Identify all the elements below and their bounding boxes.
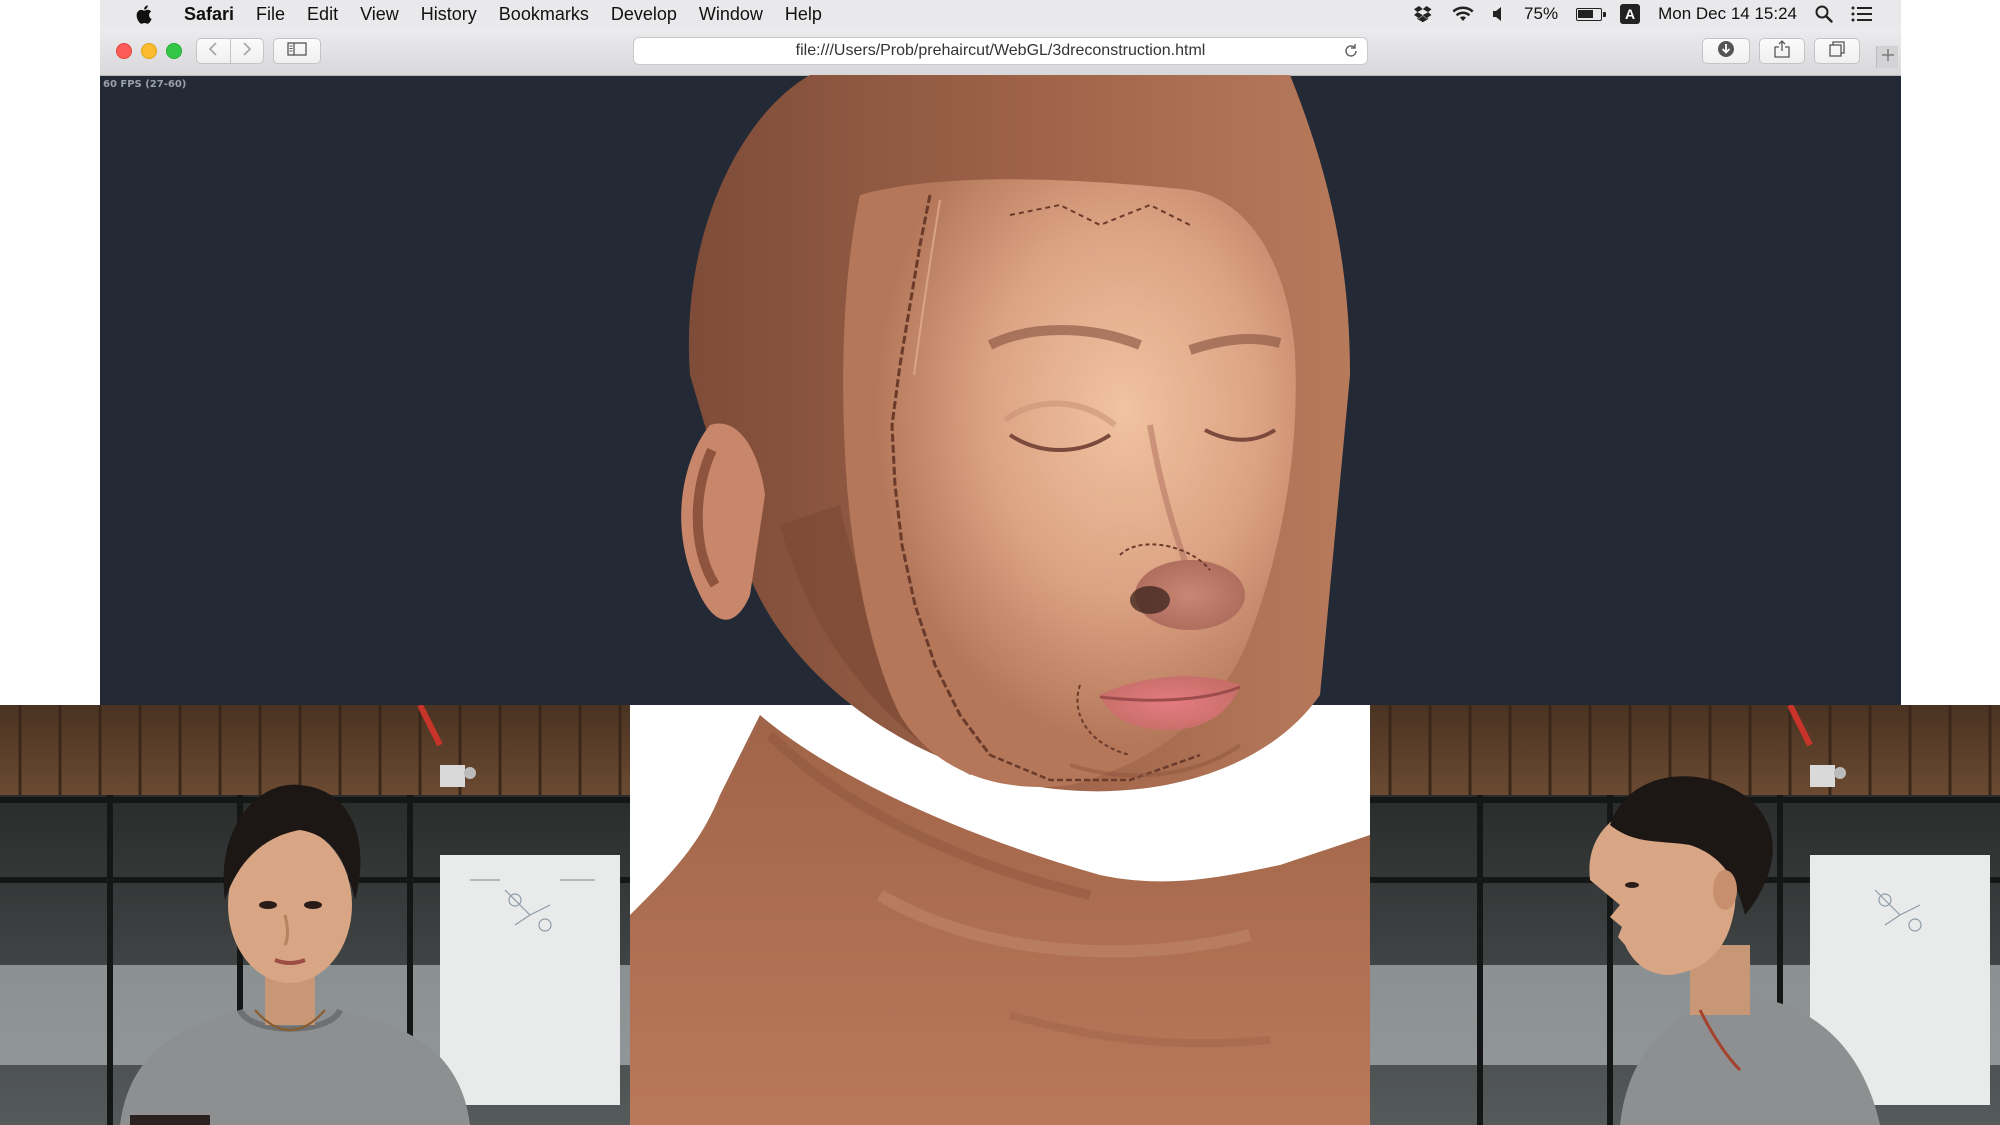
sidebar-icon <box>287 41 307 61</box>
fps-counter: 60 FPS (27-60) <box>103 79 187 90</box>
input-source-icon[interactable]: A <box>1620 4 1641 24</box>
stage: Safari File Edit View History Bookmarks … <box>0 0 2000 1125</box>
navigation-buttons <box>196 38 264 64</box>
forward-button[interactable] <box>229 39 263 63</box>
wifi-icon[interactable] <box>1452 6 1474 22</box>
menu-edit[interactable]: Edit <box>307 4 338 25</box>
menu-app-name[interactable]: Safari <box>184 4 234 25</box>
menu-history[interactable]: History <box>421 4 477 25</box>
volume-icon[interactable] <box>1492 6 1506 22</box>
menu-bar: Safari File Edit View History Bookmarks … <box>100 0 1901 28</box>
back-icon <box>208 41 218 62</box>
download-icon <box>1717 40 1735 63</box>
reload-icon[interactable] <box>1343 43 1359 64</box>
url-text: file:///Users/Prob/prehaircut/WebGL/3dre… <box>795 42 1206 59</box>
downloads-button[interactable] <box>1702 38 1750 64</box>
battery-icon[interactable] <box>1576 7 1607 21</box>
share-icon <box>1774 39 1790 63</box>
menu-bookmarks[interactable]: Bookmarks <box>499 4 589 25</box>
zoom-window-button[interactable] <box>166 43 182 59</box>
browser-toolbar: file:///Users/Prob/prehaircut/WebGL/3dre… <box>100 28 1901 76</box>
battery-percent[interactable]: 75% <box>1524 4 1558 24</box>
status-area: 75% A Mon Dec 14 15:24 <box>1414 0 1873 28</box>
menu-clock[interactable]: Mon Dec 14 15:24 <box>1658 4 1797 24</box>
new-tab-button[interactable] <box>1876 46 1898 68</box>
address-bar[interactable]: file:///Users/Prob/prehaircut/WebGL/3dre… <box>633 37 1368 65</box>
notification-center-icon[interactable] <box>1851 6 1873 22</box>
sidebar-button[interactable] <box>273 38 321 64</box>
close-window-button[interactable] <box>116 43 132 59</box>
menu-items: Safari File Edit View History Bookmarks … <box>162 4 822 25</box>
back-button[interactable] <box>197 39 230 63</box>
menu-help[interactable]: Help <box>785 4 822 25</box>
spotlight-icon[interactable] <box>1815 5 1833 23</box>
share-button[interactable] <box>1759 38 1805 64</box>
webcam-front-view <box>0 705 630 1125</box>
menu-develop[interactable]: Develop <box>611 4 677 25</box>
show-tabs-button[interactable] <box>1814 38 1860 64</box>
dropbox-icon[interactable] <box>1414 5 1434 23</box>
menu-window[interactable]: Window <box>699 4 763 25</box>
face-mesh-render <box>630 75 1370 1125</box>
apple-menu-icon[interactable] <box>126 4 162 24</box>
webcam-side-profile <box>1370 705 2000 1125</box>
forward-icon <box>242 41 252 62</box>
menu-file[interactable]: File <box>256 4 285 25</box>
new-tab-icon <box>1881 48 1895 67</box>
menu-view[interactable]: View <box>360 4 399 25</box>
minimize-window-button[interactable] <box>141 43 157 59</box>
tabs-icon <box>1829 40 1845 62</box>
